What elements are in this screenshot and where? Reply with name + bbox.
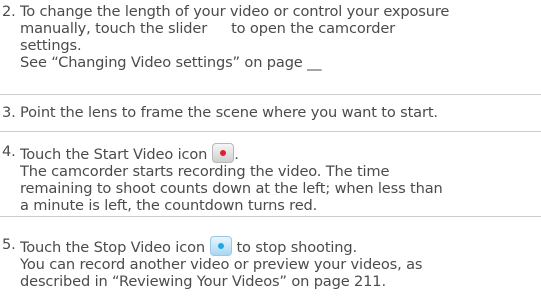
step-text: described in “Reviewing Your Videos” on … [20, 273, 386, 290]
step-text: remaining to shoot counts down at the le… [20, 180, 443, 197]
step-number: 3. [2, 104, 16, 121]
step-text: Touch the Start Video icon. [20, 143, 239, 163]
step-text-part: Touch the Start Video icon [20, 146, 208, 163]
step-text-part: Touch the Stop Video icon [20, 239, 205, 256]
step-text: To change the length of your video or co… [20, 3, 450, 20]
divider [0, 216, 541, 217]
step-number: 4. [2, 143, 16, 160]
step-4: 4. Touch the Start Video icon. The camco… [2, 143, 541, 214]
step-text: See “Changing Video settings” on page __ [20, 54, 322, 71]
step-text: You can record another video or preview … [20, 256, 423, 273]
step-2: 2. To change the length of your video or… [2, 3, 541, 71]
step-text: settings. [20, 37, 82, 54]
step-3: 3. Point the lens to frame the scene whe… [2, 104, 541, 121]
step-5: 5. Touch the Stop Video icon to stop sho… [2, 236, 541, 290]
step-text: manually, touch the slider to open the ca… [2, 20, 541, 37]
step-text-part: manually, touch the slider [20, 20, 208, 37]
record-stop-icon [209, 236, 232, 256]
step-text: Touch the Stop Video icon to stop shooti… [20, 236, 357, 256]
step-text-part: . [234, 146, 239, 163]
step-text: a minute is left, the countdown turns re… [20, 197, 318, 214]
step-text-part: to open the camcorder [231, 20, 396, 37]
step-text-part: to stop shooting. [236, 239, 358, 256]
step-number: 5. [2, 236, 16, 253]
divider [0, 131, 541, 132]
record-start-icon [212, 143, 235, 163]
manual-page: 2. To change the length of your video or… [0, 0, 541, 308]
step-text: The camcorder starts recording the video… [20, 163, 390, 180]
divider [0, 94, 541, 95]
step-text: Point the lens to frame the scene where … [20, 104, 438, 121]
step-number: 2. [2, 3, 16, 20]
